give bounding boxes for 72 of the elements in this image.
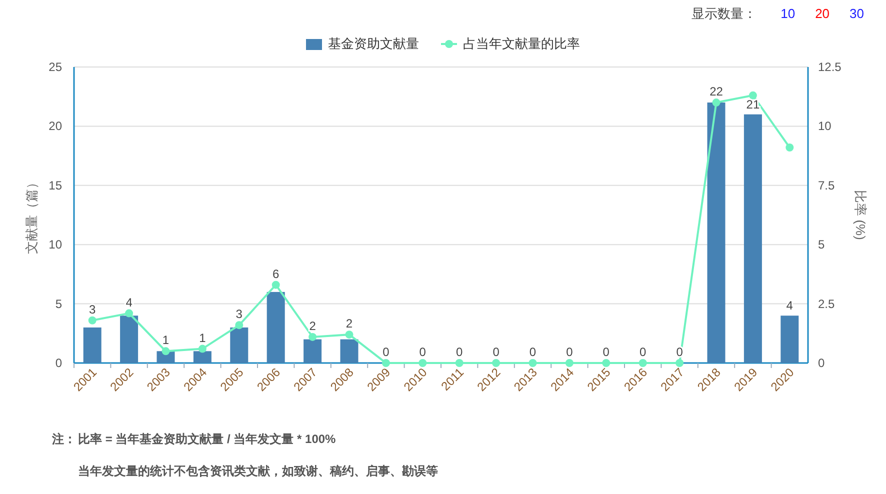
note-text: 比率 = 当年基金资助文献量 / 当年发文量 * 100% bbox=[78, 431, 336, 448]
bar bbox=[780, 316, 799, 363]
line-point bbox=[638, 359, 647, 367]
data-label: 21 bbox=[746, 97, 760, 112]
line-point bbox=[345, 330, 354, 339]
line-point bbox=[455, 359, 464, 367]
line-point bbox=[565, 359, 574, 367]
axis-tick-label: 25 bbox=[48, 60, 62, 74]
count-option[interactable]: 30 bbox=[850, 4, 864, 24]
bar bbox=[83, 327, 102, 363]
line-point bbox=[748, 91, 757, 100]
axis-tick-label: 15 bbox=[48, 178, 62, 192]
line-point bbox=[88, 316, 96, 324]
note-prefix: 注： bbox=[52, 431, 77, 448]
legend-label[interactable]: 基金资助文献量 bbox=[328, 34, 419, 54]
legend-label[interactable]: 占当年文献量的比率 bbox=[463, 34, 580, 54]
bar bbox=[304, 339, 322, 363]
data-label: 2 bbox=[346, 316, 353, 331]
axis-tick-label: 2.5 bbox=[818, 296, 835, 311]
display-count-label: 显示数量： bbox=[692, 4, 757, 23]
bar bbox=[340, 339, 358, 363]
data-label: 4 bbox=[126, 295, 132, 310]
count-option[interactable]: 10 bbox=[780, 4, 796, 24]
data-label: 0 bbox=[456, 345, 463, 359]
legend-bar-swatch bbox=[306, 38, 322, 50]
note-text: 当年发文量的统计不包含资讯类文献，如致谢、稿约、启事、勘误等 bbox=[78, 463, 438, 480]
data-label: 6 bbox=[272, 266, 280, 281]
data-label: 4 bbox=[786, 298, 793, 313]
data-label: 3 bbox=[89, 302, 96, 316]
count-option[interactable]: 20 bbox=[815, 4, 830, 24]
line-point bbox=[382, 359, 390, 367]
line-point bbox=[712, 98, 720, 107]
data-label: 0 bbox=[529, 345, 536, 359]
line-point bbox=[786, 144, 794, 152]
axis-tick-label: 10 bbox=[818, 119, 832, 134]
line-point bbox=[162, 347, 170, 356]
line-point bbox=[528, 359, 537, 367]
bar bbox=[230, 327, 248, 363]
line-point bbox=[602, 359, 610, 367]
axis-title: 比率 (%) bbox=[853, 190, 868, 240]
line-point bbox=[418, 359, 427, 367]
bar bbox=[193, 351, 212, 363]
data-label: 2 bbox=[309, 318, 316, 333]
bar bbox=[120, 316, 138, 363]
axis-tick-label: 5 bbox=[818, 238, 825, 252]
data-label: 22 bbox=[710, 84, 723, 99]
axis-tick-label: 7.5 bbox=[818, 178, 835, 192]
legend-line-icon bbox=[441, 39, 457, 49]
data-label: 0 bbox=[382, 345, 390, 359]
axis-tick-label: 20 bbox=[48, 119, 62, 134]
line-point bbox=[125, 309, 134, 318]
line-point bbox=[676, 359, 684, 367]
data-label: 0 bbox=[566, 345, 573, 359]
data-label: 0 bbox=[602, 345, 610, 359]
axis-tick-label: 0 bbox=[55, 356, 62, 370]
axis-title: 文献量（篇） bbox=[24, 176, 39, 254]
bar bbox=[266, 292, 285, 363]
data-label: 3 bbox=[236, 307, 242, 322]
line-point bbox=[308, 332, 317, 341]
data-label: 1 bbox=[162, 333, 170, 348]
data-label: 0 bbox=[419, 345, 426, 359]
line-point bbox=[272, 280, 280, 289]
data-label: 0 bbox=[492, 345, 500, 359]
line-point bbox=[235, 321, 244, 330]
line-point bbox=[198, 344, 206, 353]
data-label: 0 bbox=[640, 345, 646, 359]
axis-tick-label: 0 bbox=[818, 356, 825, 370]
axis-tick-label: 12.5 bbox=[818, 60, 842, 74]
axis-tick-label: 5 bbox=[55, 296, 62, 311]
line-point bbox=[492, 359, 500, 367]
data-label: 1 bbox=[199, 330, 206, 345]
axis-tick-label: 10 bbox=[48, 238, 62, 252]
